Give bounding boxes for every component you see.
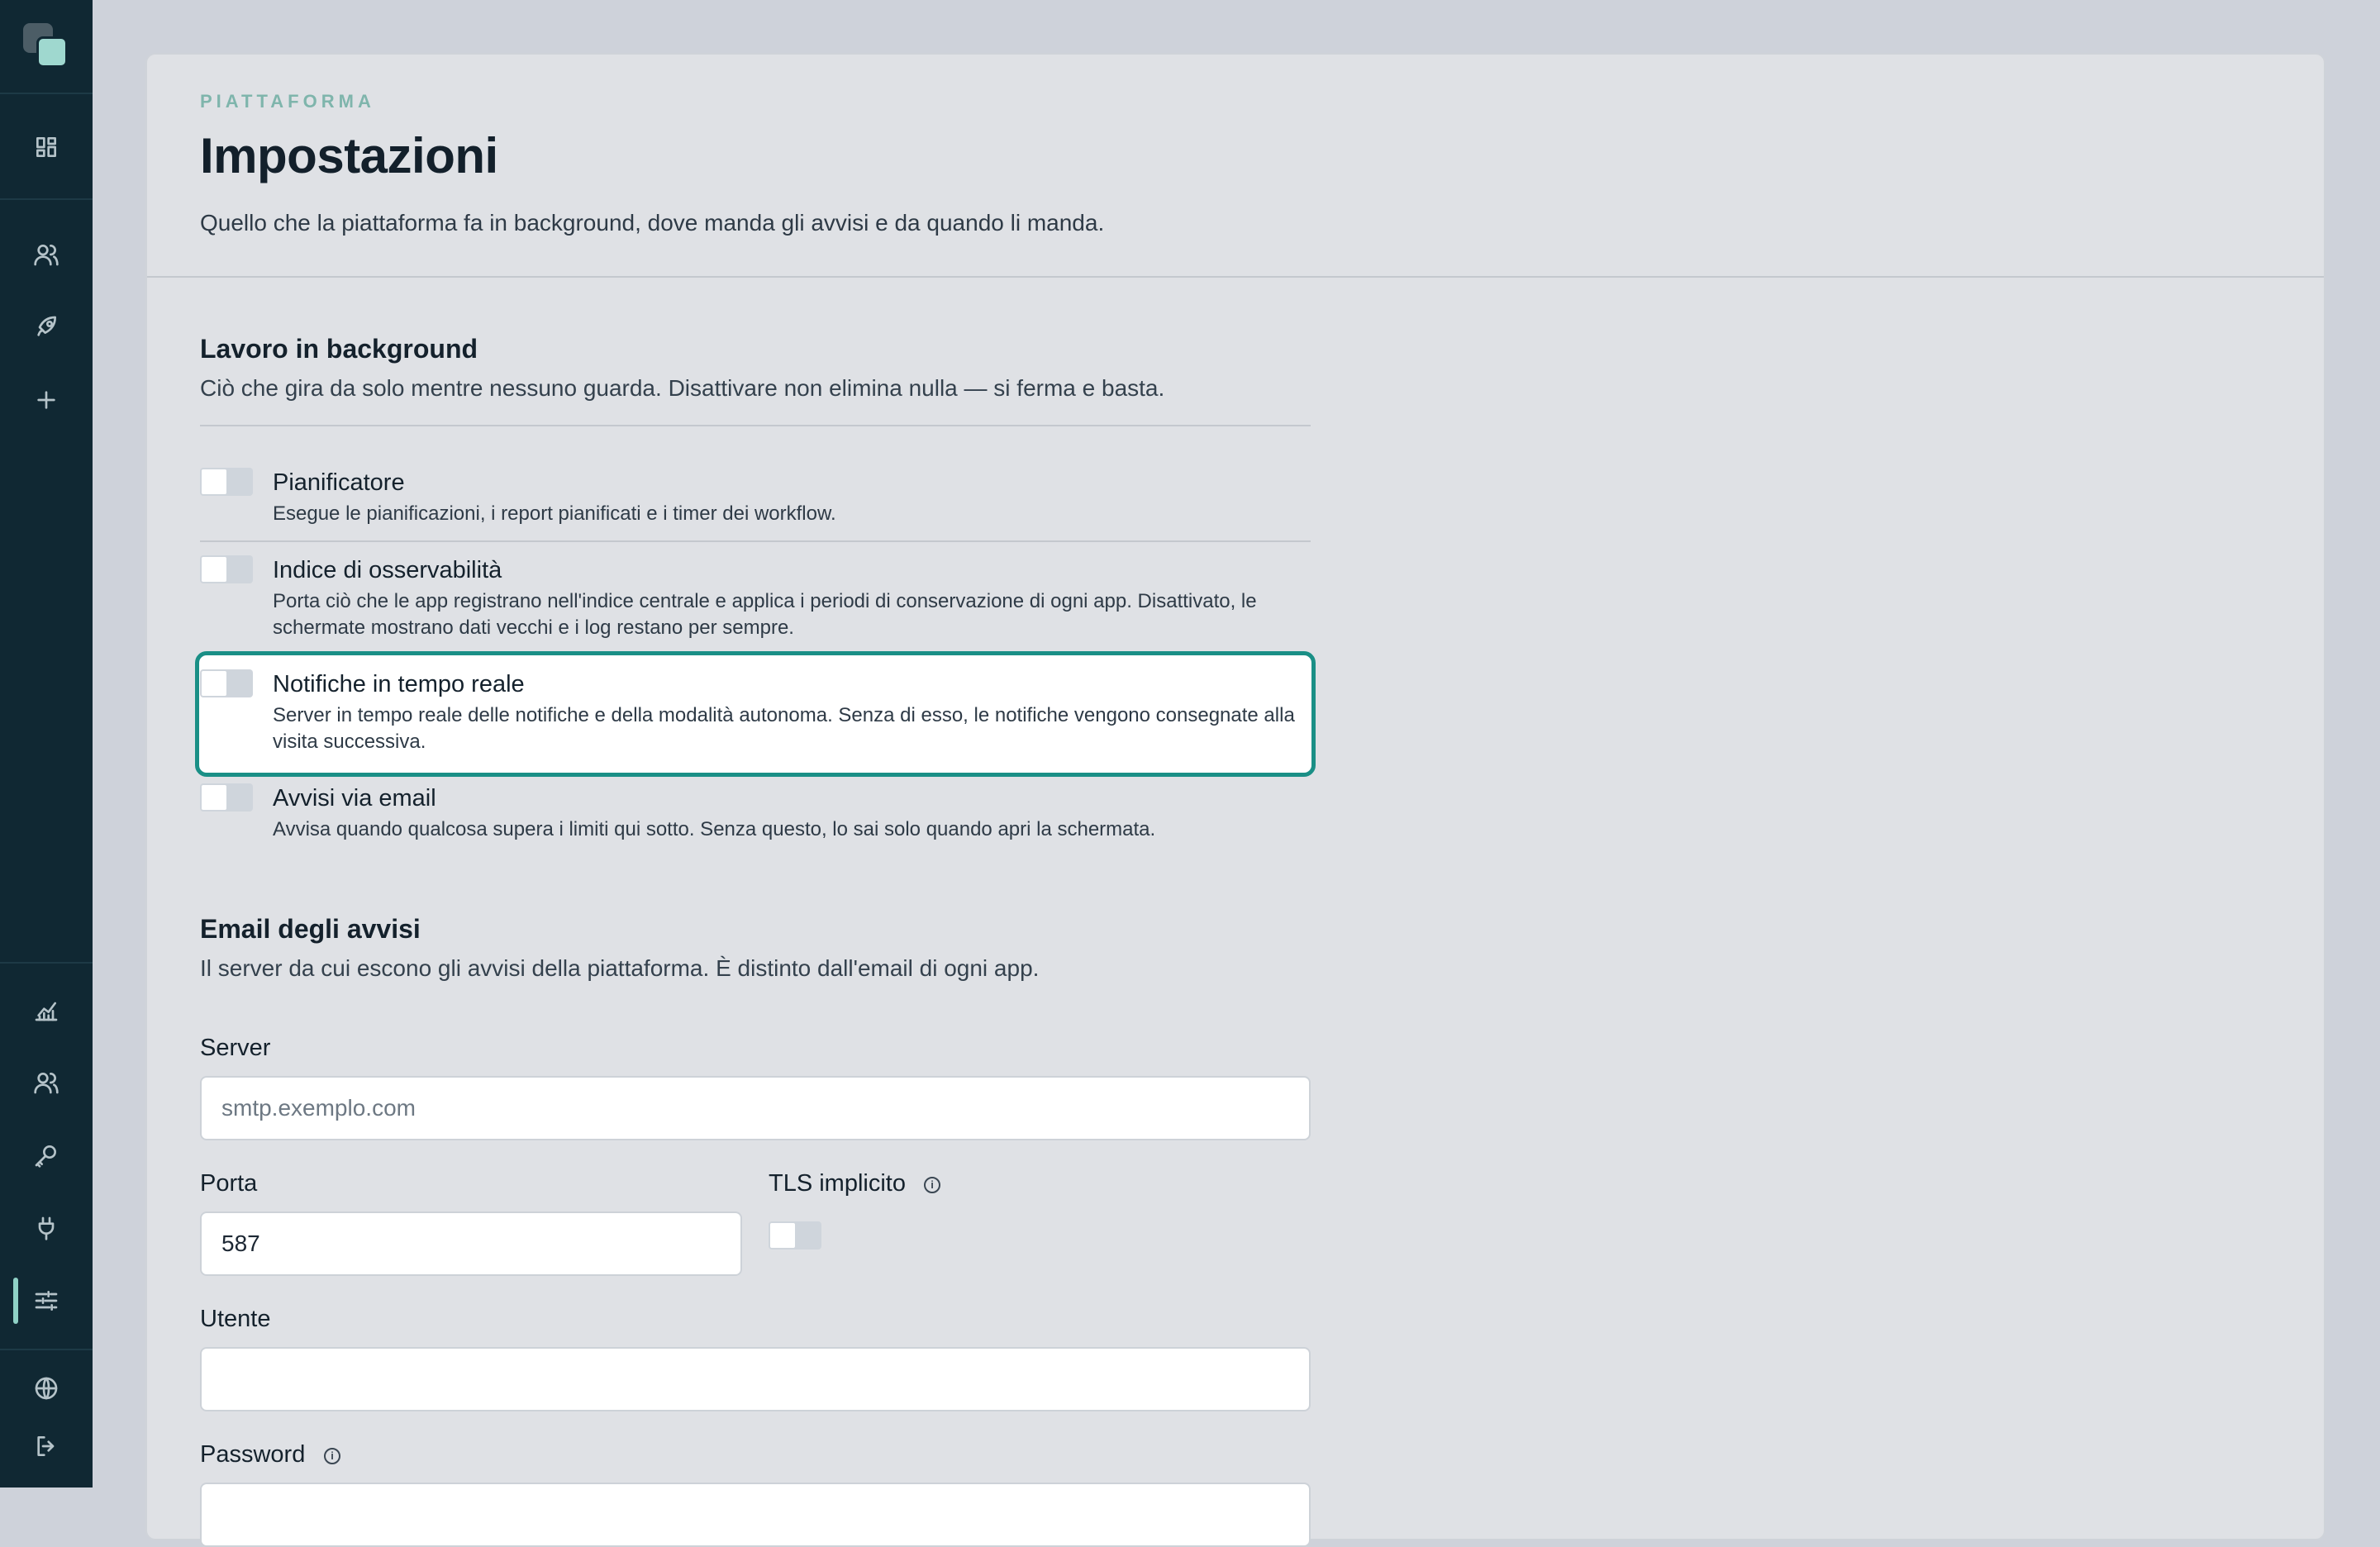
row-divider bbox=[200, 540, 1311, 542]
section-divider bbox=[200, 425, 1311, 426]
user-input[interactable] bbox=[200, 1347, 1311, 1411]
key-icon[interactable] bbox=[25, 1134, 68, 1177]
app-logo[interactable] bbox=[23, 23, 69, 69]
page-subtitle: Quello che la piattaforma fa in backgrou… bbox=[200, 210, 1105, 236]
sidebar-divider bbox=[0, 962, 93, 964]
plug-icon[interactable] bbox=[25, 1207, 68, 1250]
sidebar bbox=[0, 0, 93, 1488]
analytics-icon[interactable] bbox=[25, 988, 68, 1031]
plus-icon[interactable] bbox=[25, 378, 68, 421]
sidebar-divider bbox=[0, 93, 93, 94]
logout-icon[interactable] bbox=[25, 1425, 68, 1468]
setting-description: Porta ciò che le app registrano nell'ind… bbox=[273, 590, 1257, 639]
port-label: Porta bbox=[200, 1170, 258, 1197]
page-title: Impostazioni bbox=[200, 128, 498, 183]
active-indicator bbox=[13, 1278, 18, 1324]
setting-description: Server in tempo reale delle notifiche e … bbox=[273, 704, 1295, 753]
setting-description: Avvisa quando qualcosa supera i limiti q… bbox=[273, 818, 1156, 840]
realtime-notifications-toggle[interactable] bbox=[200, 669, 253, 697]
section-title-background: Lavoro in background bbox=[200, 334, 478, 364]
password-input[interactable] bbox=[200, 1483, 1311, 1547]
setting-title: Avvisi via email bbox=[273, 785, 436, 812]
settings-sliders-icon[interactable] bbox=[25, 1279, 68, 1322]
globe-icon[interactable] bbox=[25, 1367, 68, 1410]
setting-title: Indice di osservabilità bbox=[273, 557, 502, 583]
section-subtitle-background: Ciò che gira da solo mentre nessuno guar… bbox=[200, 375, 1165, 401]
sidebar-divider bbox=[0, 1349, 93, 1350]
setting-title: Pianificatore bbox=[273, 469, 405, 496]
setting-description: Esegue le pianificazioni, i report piani… bbox=[273, 502, 836, 525]
server-label: Server bbox=[200, 1035, 271, 1061]
password-label: Password bbox=[200, 1441, 306, 1468]
setting-title: Notifiche in tempo reale bbox=[273, 671, 525, 697]
section-subtitle-email: Il server da cui escono gli avvisi della… bbox=[200, 955, 1040, 981]
rocket-icon[interactable] bbox=[25, 306, 68, 349]
settings-panel: PIATTAFORMA Impostazioni Quello che la p… bbox=[145, 53, 2325, 1547]
dashboard-icon[interactable] bbox=[25, 126, 68, 169]
team-icon[interactable] bbox=[25, 1061, 68, 1104]
scheduler-toggle[interactable] bbox=[200, 468, 253, 496]
user-label: Utente bbox=[200, 1306, 271, 1332]
header-divider bbox=[147, 276, 2324, 278]
section-title-email: Email degli avvisi bbox=[200, 914, 421, 944]
observability-toggle[interactable] bbox=[200, 555, 253, 583]
page-eyebrow: PIATTAFORMA bbox=[200, 91, 375, 112]
email-alerts-toggle[interactable] bbox=[200, 783, 253, 812]
tls-label: TLS implicito bbox=[769, 1170, 906, 1197]
port-input[interactable] bbox=[200, 1211, 742, 1276]
users-icon[interactable] bbox=[25, 233, 68, 276]
info-icon[interactable]: i bbox=[924, 1177, 940, 1193]
server-input[interactable] bbox=[200, 1076, 1311, 1140]
info-icon[interactable]: i bbox=[324, 1448, 340, 1464]
sidebar-divider bbox=[0, 198, 93, 200]
tls-toggle[interactable] bbox=[769, 1221, 821, 1250]
